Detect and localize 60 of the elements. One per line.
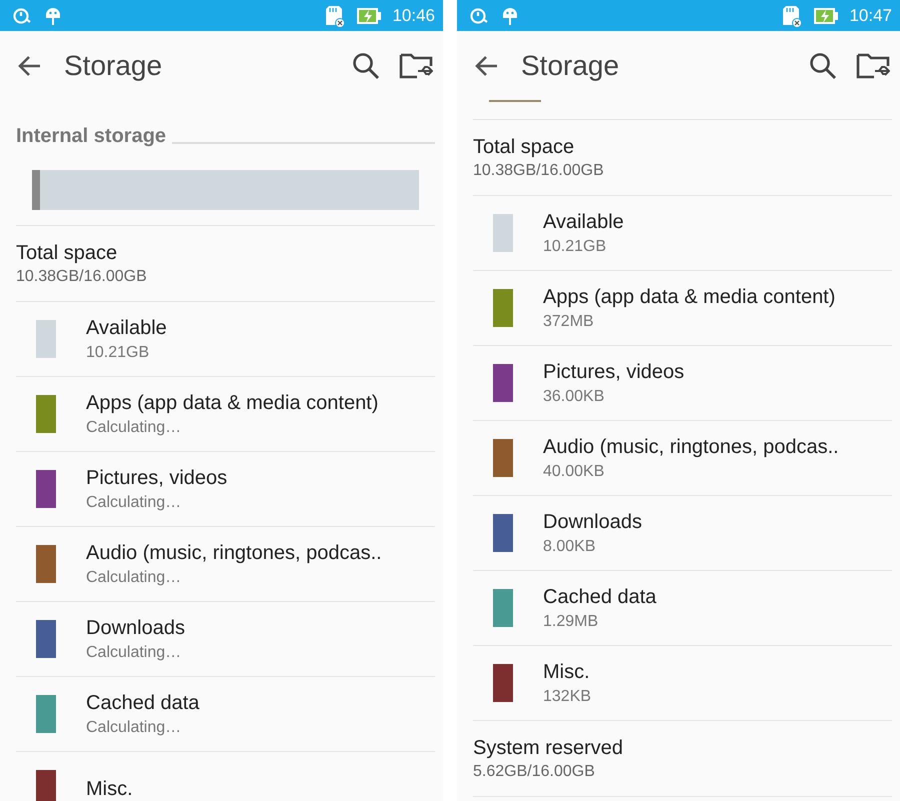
- folder-usb-icon[interactable]: [856, 52, 890, 80]
- screen-title: Storage: [64, 50, 162, 82]
- sd-card-icon: [324, 4, 346, 28]
- storage-category-item[interactable]: Apps (app data & media content) Calculating…: [16, 377, 435, 452]
- storage-category-item[interactable]: Downloads Calculating…: [16, 602, 435, 677]
- category-label: Audio (music, ringtones, podcas..: [543, 436, 839, 458]
- total-value: 10.38GB/16.00GB: [16, 268, 148, 286]
- category-size: 10.21GB: [543, 238, 608, 256]
- category-label: Available: [543, 210, 624, 234]
- category-label: Cached data: [86, 692, 200, 714]
- category-size: 40.00KB: [543, 462, 606, 480]
- search-icon[interactable]: [351, 50, 381, 80]
- storage-category-item[interactable]: Misc.: [16, 752, 435, 801]
- category-label: Apps (app data & media content): [543, 286, 836, 308]
- category-label: Pictures, videos: [543, 360, 684, 384]
- storage-category-item[interactable]: Downloads 8.00KB: [473, 496, 892, 571]
- storage-category-item[interactable]: Audio (music, ringtones, podcas.. 40.00KB: [473, 421, 892, 496]
- battery-charging-icon: [356, 6, 382, 24]
- total-label: System reserved: [473, 736, 624, 760]
- category-label: Downloads: [86, 616, 185, 640]
- category-size: 1.29MB: [543, 612, 600, 630]
- category-size: 372MB: [543, 312, 595, 330]
- category-size: 10.21GB: [86, 344, 150, 362]
- category-size: 8.00KB: [543, 538, 596, 556]
- storage-category-item[interactable]: Cached data Calculating…: [16, 677, 435, 752]
- category-size: 36.00KB: [543, 388, 606, 406]
- storage-category-item[interactable]: Available 10.21GB: [473, 196, 892, 271]
- category-label: Misc.: [543, 660, 591, 684]
- category-size: Calculating…: [86, 644, 182, 662]
- storage-category-item[interactable]: Available 10.21GB: [16, 302, 435, 377]
- section-header: Internal storage: [16, 125, 166, 148]
- category-label: Downloads: [543, 510, 642, 534]
- total-value: 5.62GB/16.00GB: [473, 762, 596, 780]
- total-label: Total space: [473, 136, 576, 158]
- storage-category-item[interactable]: Apps (app data & media content) 372MB: [473, 271, 892, 346]
- category-size: Calculating…: [86, 494, 182, 512]
- total-value: 10.38GB/16.00GB: [473, 162, 605, 180]
- screen-title: Storage: [521, 50, 620, 82]
- folder-usb-icon[interactable]: [399, 52, 433, 80]
- category-label: Pictures, videos: [86, 466, 228, 490]
- category-size: Calculating…: [86, 418, 182, 436]
- status-time: 10:47: [849, 6, 892, 26]
- status-time: 10:46: [392, 6, 435, 26]
- storage-category-item[interactable]: Pictures, videos Calculating…: [16, 452, 435, 527]
- category-size: Calculating…: [86, 568, 182, 586]
- sd-card-icon: [781, 4, 804, 28]
- total-label: Total space: [16, 242, 118, 264]
- category-label: Apps (app data & media content): [86, 392, 378, 414]
- storage-category-item[interactable]: Audio (music, ringtones, podcas.. Calculating…: [16, 527, 435, 602]
- category-size: Calculating…: [86, 718, 182, 736]
- storage-category-item[interactable]: Misc. 132KB: [473, 646, 892, 721]
- category-label: Misc.: [86, 778, 133, 800]
- category-size: 132KB: [543, 688, 592, 706]
- category-label: Available: [86, 316, 167, 340]
- storage-category-item[interactable]: Cached data 1.29MB: [473, 571, 892, 646]
- category-label: Audio (music, ringtones, podcas..: [86, 542, 382, 564]
- search-icon[interactable]: [808, 50, 838, 80]
- battery-charging-icon: [813, 6, 840, 24]
- storage-category-item[interactable]: Pictures, videos 36.00KB: [473, 346, 892, 421]
- category-label: Cached data: [543, 586, 656, 608]
